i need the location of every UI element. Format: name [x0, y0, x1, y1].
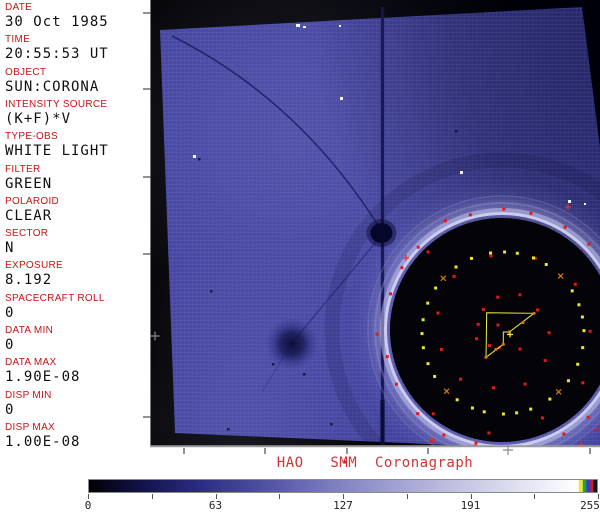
metadata-field: SPACECRAFT ROLL 0 — [5, 294, 105, 321]
metadata-field-label: FILTER — [5, 165, 52, 175]
metadata-field-value: N — [5, 241, 48, 256]
metadata-field-label: EXPOSURE — [5, 261, 63, 271]
colorbar-tick-label: 191 — [461, 500, 481, 511]
metadata-field-value: WHITE LIGHT — [5, 144, 109, 159]
metadata-field-value: 20:55:53 UT — [5, 47, 109, 62]
metadata-field-label: DATE — [5, 3, 109, 13]
metadata-field-label: DISP MIN — [5, 391, 52, 401]
metadata-field-label: TIME — [5, 35, 109, 45]
metadata-field-label: SECTOR — [5, 229, 48, 239]
metadata-field-label: TYPE-OBS — [5, 132, 109, 142]
metadata-field-label: DATA MIN — [5, 326, 53, 336]
metadata-field-value: SUN:CORONA — [5, 80, 99, 95]
colorbar-tick-label: 63 — [209, 500, 222, 511]
metadata-field-value: 0 — [5, 338, 53, 353]
metadata-field-label: INTENSITY SOURCE — [5, 100, 107, 110]
metadata-field: DISP MAX 1.00E-08 — [5, 423, 80, 450]
metadata-field: FILTER GREEN — [5, 165, 52, 192]
metadata-field-value: 0 — [5, 306, 105, 321]
image-title: HAO SMM Coronagraph — [150, 455, 600, 471]
metadata-field-label: OBJECT — [5, 68, 99, 78]
colorbar-minor-tick — [152, 494, 153, 499]
metadata-field-label: POLAROID — [5, 197, 59, 207]
metadata-field-value: 0 — [5, 403, 52, 418]
metadata-sidebar: DATE 30 Oct 1985 TIME 20:55:53 UT OBJECT SUN:… — [0, 0, 150, 460]
metadata-field-label: DISP MAX — [5, 423, 80, 433]
metadata-field-value: CLEAR — [5, 209, 59, 224]
metadata-field: DISP MIN 0 — [5, 391, 52, 418]
metadata-field-value: GREEN — [5, 177, 52, 192]
metadata-field-value: 30 Oct 1985 — [5, 15, 109, 30]
metadata-field-value: 1.90E-08 — [5, 370, 80, 385]
metadata-field: DATA MAX 1.90E-08 — [5, 358, 80, 385]
metadata-field: TIME 20:55:53 UT — [5, 35, 109, 62]
metadata-field-label: SPACECRAFT ROLL — [5, 294, 105, 304]
smm-coronagraph-display-window: DATE 30 Oct 1985 TIME 20:55:53 UT OBJECT SUN:… — [0, 0, 600, 512]
metadata-field: OBJECT SUN:CORONA — [5, 68, 99, 95]
colorbar-tick-label: 0 — [85, 500, 92, 511]
metadata-field-value: 1.00E-08 — [5, 435, 80, 450]
metadata-field: INTENSITY SOURCE (K+F)*V — [5, 100, 107, 127]
metadata-field: DATA MIN 0 — [5, 326, 53, 353]
colorbar-minor-tick — [279, 494, 280, 499]
metadata-field: POLAROID CLEAR — [5, 197, 59, 224]
metadata-field: SECTOR N — [5, 229, 48, 256]
colorbar-tick-label: 127 — [333, 500, 353, 511]
metadata-field-value: (K+F)*V — [5, 112, 107, 127]
metadata-field-label: DATA MAX — [5, 358, 80, 368]
colorbar-minor-tick — [534, 494, 535, 499]
metadata-field: DATE 30 Oct 1985 — [5, 3, 109, 30]
metadata-field: TYPE-OBS WHITE LIGHT — [5, 132, 109, 159]
metadata-field-value: 8.192 — [5, 273, 63, 288]
coronagraph-image-frame — [150, 0, 600, 447]
metadata-field: EXPOSURE 8.192 — [5, 261, 63, 288]
colorbar-minor-tick — [407, 494, 408, 499]
colorbar-tick-label: 255 — [580, 500, 600, 511]
colorbar — [88, 479, 598, 493]
